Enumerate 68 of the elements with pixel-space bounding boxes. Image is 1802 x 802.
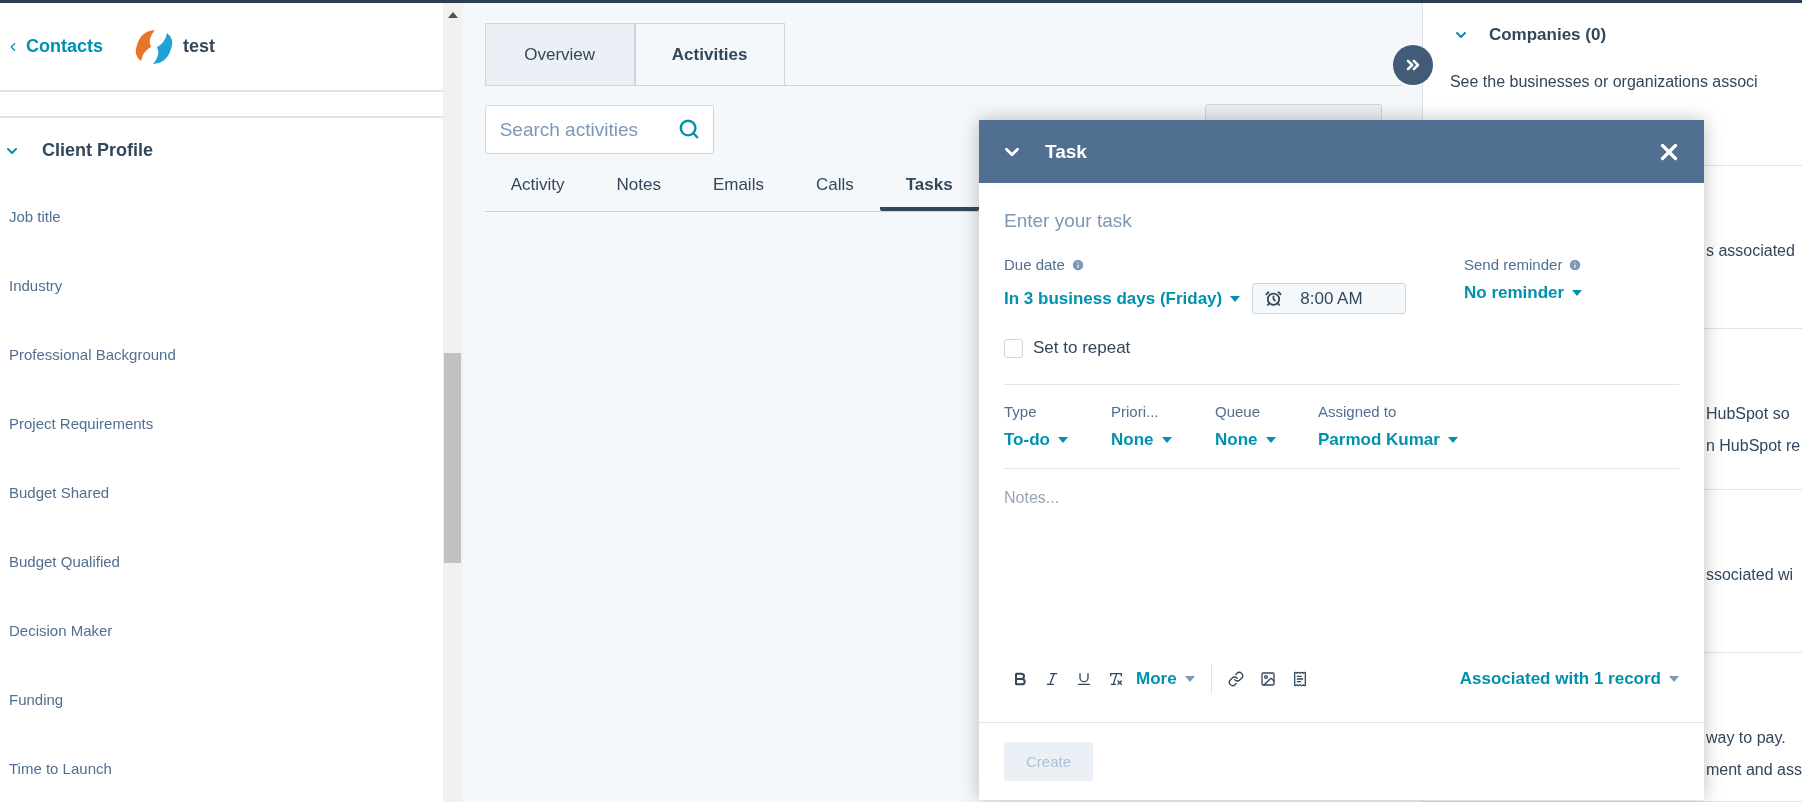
field-label: Due date: [1004, 256, 1464, 273]
caret-icon: [1669, 676, 1679, 682]
caret-icon: [1161, 437, 1172, 443]
document-button[interactable]: [1291, 671, 1308, 687]
checkbox-label: Set to repeat: [1033, 338, 1131, 358]
caret-icon: [1447, 437, 1458, 443]
description-text: See the businesses or organizations associ: [1449, 73, 1758, 91]
property-dropdown[interactable]: None: [1111, 430, 1215, 450]
field-label: Queue: [1215, 403, 1262, 420]
caret-icon: [1057, 437, 1068, 443]
field-label: Send reminder: [1464, 256, 1583, 273]
description-text: HubSpot so: [1705, 405, 1790, 424]
scroll-up-icon[interactable]: [447, 12, 458, 18]
property-dropdown[interactable]: None: [1215, 430, 1318, 450]
scrollbar[interactable]: [442, 3, 463, 802]
alarm-clock-icon: [1265, 290, 1283, 307]
field-label: Assigned to: [1318, 403, 1398, 420]
field-label: Budget Qualified: [9, 554, 121, 570]
reminder-dropdown[interactable]: No reminder: [1464, 283, 1583, 303]
scrollbar-thumb[interactable]: [444, 353, 462, 563]
activity-tab[interactable]: Emails: [686, 161, 790, 211]
description-text: n HubSpot re: [1705, 437, 1801, 456]
field-label: Time to Launch: [9, 761, 113, 777]
back-link[interactable]: Contacts: [6, 36, 103, 57]
description-text: way to pay.: [1705, 729, 1786, 748]
association-dropdown[interactable]: Associated with 1 record: [1459, 669, 1679, 689]
image-button[interactable]: [1259, 671, 1276, 687]
underline-button[interactable]: [1076, 671, 1092, 687]
dialog-title: Task: [1045, 140, 1088, 163]
description-text: ssociated wi: [1705, 565, 1794, 584]
caret-icon: [1265, 437, 1276, 443]
due-date-dropdown[interactable]: In 3 business days (Friday): [1004, 288, 1241, 309]
record-name: test: [183, 36, 216, 57]
field-label: Decision Maker: [9, 623, 114, 639]
search-field[interactable]: Search activities: [484, 105, 714, 154]
activity-tab[interactable]: Notes: [590, 161, 687, 211]
info-icon: [1568, 257, 1583, 272]
field-label: Professional Background: [9, 347, 177, 363]
property-dropdown[interactable]: To-do: [1004, 430, 1111, 450]
description-text: ment and ass: [1705, 761, 1802, 780]
caret-icon: [1184, 676, 1195, 682]
caret-icon: [1572, 290, 1583, 296]
field-label: Project Requirements: [9, 416, 155, 432]
property-dropdown[interactable]: Parmod Kumar: [1318, 430, 1518, 450]
section-title: Client Profile: [42, 140, 153, 161]
repeat-checkbox[interactable]: [1004, 338, 1023, 358]
field-label: Job title: [9, 209, 62, 225]
description-text: s associated: [1705, 241, 1795, 260]
info-icon: [1070, 257, 1085, 272]
activity-tab[interactable]: Calls: [789, 161, 880, 211]
caret-icon: [1230, 295, 1241, 302]
bold-button[interactable]: [1012, 671, 1028, 687]
field-label: Funding: [9, 692, 65, 708]
activity-tab[interactable]: Activity: [484, 161, 591, 211]
more-dropdown[interactable]: More: [1136, 669, 1195, 689]
field-label: Industry: [9, 278, 64, 294]
italic-button[interactable]: [1044, 671, 1060, 687]
record-tab[interactable]: Overview: [484, 23, 635, 85]
time-value: 8:00 AM: [1300, 288, 1363, 309]
clear-format-button[interactable]: [1108, 671, 1124, 687]
section-title: Companies (0): [1488, 25, 1607, 45]
field-label: Type: [1004, 403, 1038, 420]
field-label: Budget Shared: [9, 485, 111, 501]
link-button[interactable]: [1227, 671, 1244, 687]
time-field[interactable]: 8:00 AM: [1252, 283, 1407, 314]
search-icon: [677, 118, 700, 140]
field-label: Priori...: [1111, 403, 1160, 420]
record-tab[interactable]: Activities: [634, 23, 785, 85]
